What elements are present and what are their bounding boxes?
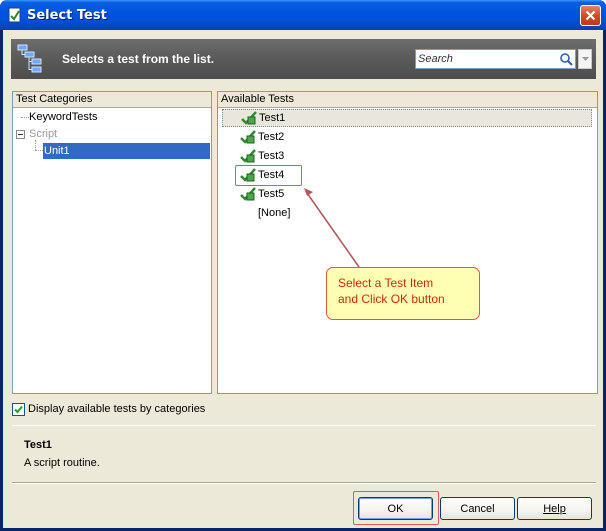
- display-by-categories-label: Display available tests by categories: [28, 403, 206, 415]
- help-button[interactable]: Help: [517, 497, 592, 520]
- display-by-categories-option[interactable]: Display available tests by categories: [12, 401, 205, 417]
- title-bar[interactable]: Select Test: [0, 0, 606, 30]
- app-icon: [7, 7, 23, 23]
- description-title: Test1: [24, 439, 52, 451]
- window-title: Select Test: [27, 8, 107, 23]
- callout-line-2: and Click OK button: [338, 292, 445, 306]
- select-test-dialog: Select Test Selects a test from the list…: [0, 0, 606, 531]
- display-by-categories-checkbox[interactable]: [12, 402, 25, 416]
- description-text: A script routine.: [24, 457, 100, 469]
- ok-button[interactable]: OK: [358, 497, 433, 520]
- close-icon: [585, 10, 596, 21]
- dialog-body: Selects a test from the list. Test Categ…: [3, 30, 603, 528]
- callout-line-1: Select a Test Item: [338, 276, 434, 290]
- cancel-button[interactable]: Cancel: [440, 497, 515, 520]
- separator: [12, 482, 596, 484]
- description-panel: Test1 A script routine.: [12, 425, 596, 475]
- help-button-label: Help: [543, 502, 566, 515]
- checkmark-icon: [14, 405, 23, 413]
- instruction-callout: Select a Test Item and Click OK button: [326, 267, 480, 320]
- close-button[interactable]: [580, 5, 601, 26]
